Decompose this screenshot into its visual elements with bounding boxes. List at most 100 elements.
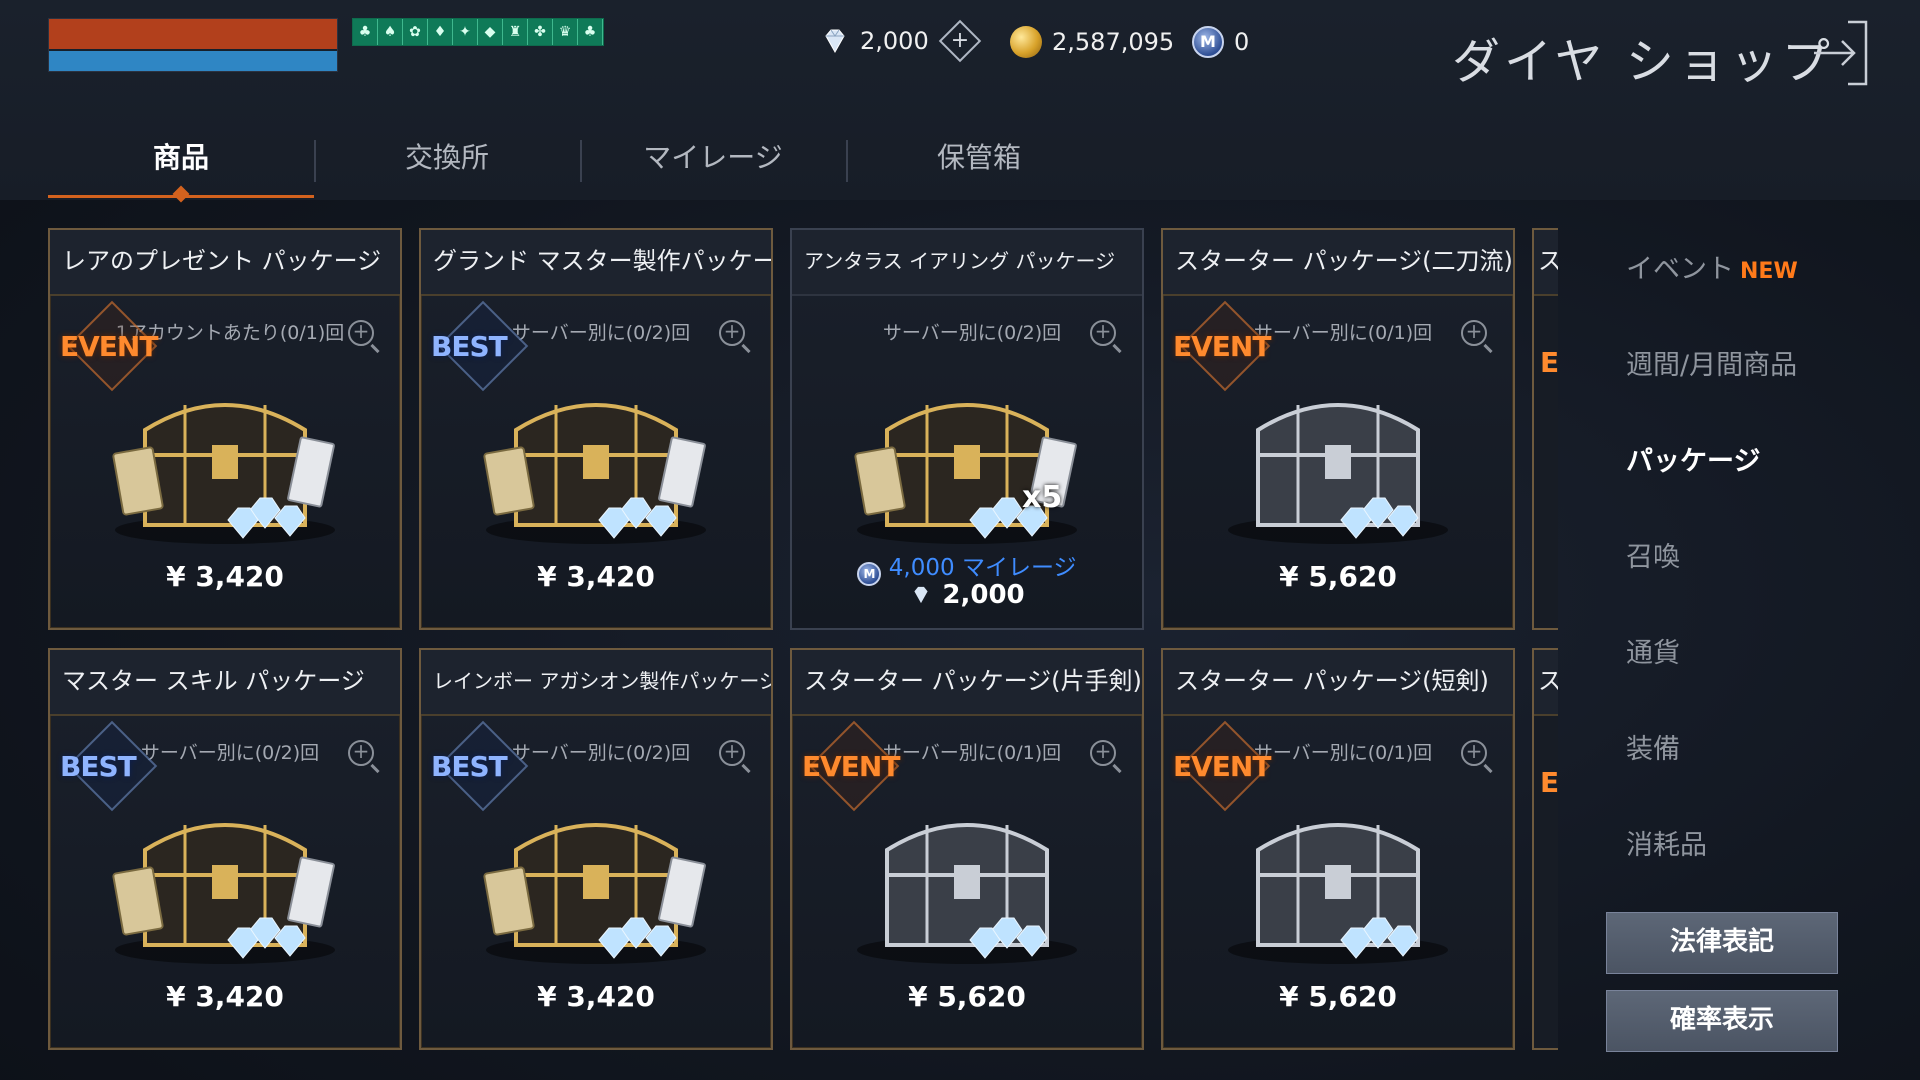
diamond-icon	[825, 29, 845, 54]
diamond-cost-label: 2,000	[942, 580, 1025, 610]
buff-icons: ♣ ♠ ✿ ♦ ✦ ◆ ♜ ✤ ♛ ♣	[352, 18, 604, 46]
product-card[interactable]: グランド マスター製作パッケージサーバー別に(0/2)回 BEST ¥ 3,42…	[419, 228, 773, 630]
price-label: ¥ 5,620	[1279, 560, 1397, 593]
tab-divider	[846, 140, 848, 182]
buff-icon: ✿	[403, 19, 428, 45]
mileage-cost-label: 4,000 マイレージ	[888, 555, 1077, 581]
product-card[interactable]: スターター パッケージ(片手剣)サーバー別に(0/1)回 EVENT ¥ 5,6…	[790, 648, 1144, 1050]
gold-chest-icon	[112, 403, 335, 544]
product-card[interactable]: マスター スキル パッケージサーバー別に(0/2)回 BEST ¥ 3,420	[48, 648, 402, 1050]
badge-label: EVENT	[1173, 750, 1271, 783]
zoom-icon[interactable]	[348, 739, 374, 766]
card-title: アンタラス イアリング パッケージ	[792, 230, 1142, 296]
zoom-icon[interactable]	[348, 319, 374, 346]
product-card[interactable]: スターター パッケージ(二刀流)サーバー別に(0/1)回 EVENT ¥ 5,6…	[1161, 228, 1515, 630]
partial-card-title: ス	[1534, 650, 1558, 716]
gold-coin-icon	[1010, 26, 1042, 58]
diamond-balance: 2,000 +	[820, 19, 981, 63]
sidebar-item-weekly-monthly[interactable]: 週間/月間商品	[1600, 326, 1900, 422]
card-title: スターター パッケージ(二刀流)	[1163, 230, 1513, 296]
gold-chest-icon	[854, 403, 1077, 544]
card-title: グランド マスター製作パッケージ	[421, 230, 771, 296]
card-title: スターター パッケージ(短剣)	[1163, 650, 1513, 716]
mileage-icon: M	[1192, 26, 1224, 58]
badge-label: BEST	[60, 750, 137, 783]
diamond-amount: 2,000	[860, 27, 929, 55]
buff-icon: ◆	[478, 19, 503, 45]
new-tag: NEW	[1740, 259, 1798, 284]
sidebar-item-currency[interactable]: 通貨	[1600, 614, 1900, 710]
badge-label: EVENT	[1173, 330, 1271, 363]
card-title: レアのプレゼント パッケージ	[50, 230, 400, 296]
sidebar-item-event[interactable]: イベント NEW	[1600, 230, 1900, 326]
mileage-balance: M 0	[1192, 26, 1249, 58]
silver-chest-icon	[1228, 403, 1448, 544]
hp-gauge	[49, 19, 337, 49]
sidebar-item-equipment[interactable]: 装備	[1600, 710, 1900, 806]
top-bar: ♣ ♠ ✿ ♦ ✦ ◆ ♜ ✤ ♛ ♣ 2,000 + 2,587,095 M 0 ダイヤ ショッ…	[0, 0, 1920, 200]
product-card[interactable]: アンタラス イアリング パッケージサーバー別に(0/2)回 x5 M 4,000…	[790, 228, 1144, 630]
zoom-icon[interactable]	[719, 319, 745, 346]
gold-balance: 2,587,095	[1010, 26, 1174, 58]
quantity-label: x5	[1022, 480, 1063, 515]
purchase-limit: サーバー別に(0/2)回	[882, 322, 1062, 344]
buff-icon: ♠	[378, 19, 403, 45]
sidebar-item-consumables[interactable]: 消耗品	[1600, 806, 1900, 902]
add-diamonds-button[interactable]: +	[938, 19, 981, 63]
gold-chest-icon	[112, 823, 335, 964]
probability-button[interactable]: 確率表示	[1606, 990, 1838, 1052]
card-title: レインボー アガシオン製作パッケージ	[421, 650, 771, 716]
partial-event-badge: E	[1540, 766, 1558, 799]
buff-icon: ♛	[553, 19, 578, 45]
partial-event-badge: E	[1540, 346, 1558, 379]
badge-label: BEST	[431, 750, 508, 783]
buff-icon: ✦	[453, 19, 478, 45]
tab-mileage[interactable]: マイレージ	[580, 128, 846, 198]
price-label: ¥ 3,420	[166, 560, 284, 593]
zoom-icon[interactable]	[1090, 739, 1116, 766]
buff-icon: ✤	[528, 19, 553, 45]
diamond-cost: 2,000	[792, 580, 1142, 610]
gold-amount: 2,587,095	[1052, 28, 1175, 56]
silver-chest-icon	[857, 823, 1077, 964]
tab-divider	[314, 140, 316, 182]
zoom-icon[interactable]	[1461, 739, 1487, 766]
partial-card-title: ス	[1534, 230, 1558, 296]
sidebar-item-summon[interactable]: 召喚	[1600, 518, 1900, 614]
gold-chest-icon	[483, 823, 706, 964]
partial-product-card[interactable]: ス E	[1532, 228, 1558, 630]
price-label: ¥ 3,420	[166, 980, 284, 1013]
product-card[interactable]: レアのプレゼント パッケージ1アカウントあたり(0/1)回 EVENT ¥ 3,…	[48, 228, 402, 630]
plus-icon: +	[950, 28, 969, 53]
price-label: ¥ 3,420	[537, 560, 655, 593]
silver-chest-icon	[1228, 823, 1448, 964]
product-card[interactable]: レインボー アガシオン製作パッケージサーバー別に(0/2)回 BEST ¥ 3,…	[419, 648, 773, 1050]
tab-divider	[580, 140, 582, 182]
tab-products[interactable]: 商品	[48, 128, 314, 198]
card-title: マスター スキル パッケージ	[50, 650, 400, 716]
price-label: ¥ 5,620	[908, 980, 1026, 1013]
badge-label: EVENT	[802, 750, 900, 783]
badge-label: EVENT	[60, 330, 158, 363]
badge-label: BEST	[431, 330, 508, 363]
tab-exchange[interactable]: 交換所	[314, 128, 580, 198]
price-label: ¥ 5,620	[1279, 980, 1397, 1013]
zoom-icon[interactable]	[1461, 319, 1487, 346]
sidebar-item-label: イベント	[1626, 254, 1734, 285]
category-sidebar: イベント NEW 週間/月間商品 パッケージ 召喚 通貨 装備 消耗品	[1600, 230, 1900, 902]
buff-icon: ♣	[578, 19, 603, 45]
mileage-amount: 0	[1234, 28, 1250, 56]
mp-gauge	[49, 49, 337, 71]
hp-mp-bar	[48, 18, 338, 72]
gold-chest-icon	[483, 403, 706, 544]
partial-product-card[interactable]: ス E	[1532, 648, 1558, 1050]
sidebar-item-package[interactable]: パッケージ	[1600, 422, 1900, 518]
card-title: スターター パッケージ(片手剣)	[792, 650, 1142, 716]
tab-storage[interactable]: 保管箱	[846, 128, 1112, 198]
legal-notice-button[interactable]: 法律表記	[1606, 912, 1838, 974]
exit-icon[interactable]	[1812, 20, 1868, 86]
product-card[interactable]: スターター パッケージ(短剣)サーバー別に(0/1)回 EVENT ¥ 5,62…	[1161, 648, 1515, 1050]
zoom-icon[interactable]	[1090, 319, 1116, 346]
buff-icon: ♜	[503, 19, 528, 45]
zoom-icon[interactable]	[719, 739, 745, 766]
